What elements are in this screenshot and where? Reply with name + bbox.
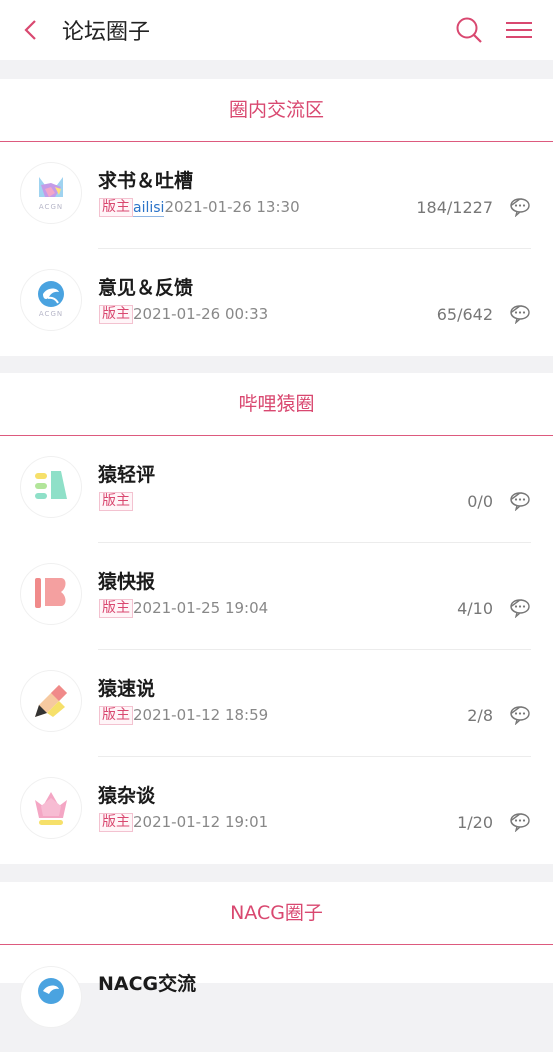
forum-name: 求书＆吐槽 [98, 170, 194, 192]
back-button[interactable] [18, 16, 46, 44]
moderator-badge: 版主 [99, 305, 133, 324]
last-post-time: 2021-01-26 00:33 [133, 305, 269, 323]
svg-text:ACGN: ACGN [39, 203, 63, 211]
moderator-badge: 版主 [99, 706, 133, 725]
last-post-time: 2021-01-26 13:30 [164, 198, 300, 216]
acgn-cat-logo-icon: ACGN [39, 177, 63, 211]
forum-name: 意见＆反馈 [98, 277, 194, 299]
search-button[interactable] [453, 14, 485, 46]
section-title: 哔哩猿圈 [0, 373, 553, 436]
forum-row[interactable]: 猿杂谈 版主 2021-01-12 19:01 1/20 [0, 757, 553, 864]
page-title: 论坛圈子 [62, 20, 151, 45]
forum-row[interactable]: ACGN 求书＆吐槽 版主 ailisi2021-01-26 13:30 184/… [0, 142, 553, 249]
forum-name: 猿快报 [98, 571, 156, 593]
forum-meta: 版主 2021-01-25 19:04 [99, 599, 268, 618]
forum-row[interactable]: NACG交流 [0, 945, 553, 1052]
forum-avatar [21, 967, 81, 1027]
hamburger-menu-icon [506, 22, 532, 38]
forum-avatar [21, 564, 81, 624]
forum-avatar [21, 671, 81, 731]
forum-meta: 版主 2021-01-12 19:01 [99, 813, 268, 832]
section-title: 圈内交流区 [0, 79, 553, 142]
forum-name: 猿轻评 [98, 464, 156, 486]
pencil-logo-icon [35, 685, 67, 717]
moderator-badge: 版主 [99, 492, 133, 511]
last-post-time: 2021-01-12 18:59 [133, 706, 269, 724]
post-count: 4/10 [457, 599, 493, 618]
forum-meta: 版主 [99, 492, 133, 511]
chevron-left-icon [24, 20, 36, 40]
forum-avatar [21, 457, 81, 517]
blue-circle-logo-icon [38, 978, 64, 1004]
post-count: 2/8 [467, 706, 493, 725]
forum-avatar [21, 778, 81, 838]
forum-row[interactable]: 猿轻评 版主 0/0 [0, 436, 553, 543]
forum-name: 猿速说 [98, 678, 156, 700]
comment-icon [510, 305, 530, 324]
comment-icon [510, 706, 530, 725]
moderator-badge: 版主 [99, 813, 133, 832]
post-count: 1/20 [457, 813, 493, 832]
last-post-time: 2021-01-25 19:04 [133, 599, 269, 617]
comment-icon [510, 813, 530, 832]
forum-avatar: ACGN [21, 163, 81, 223]
comment-icon [510, 492, 530, 511]
section-title: NACG圈子 [0, 882, 553, 945]
post-count: 184/1227 [416, 198, 493, 217]
section-circle-exchange: 圈内交流区 ACGN 求书＆吐槽 版主 ailisi2021-01-26 13:3… [0, 79, 553, 356]
crown-logo-icon [35, 792, 67, 825]
comment-icon [510, 599, 530, 618]
forum-row[interactable]: 猿速说 版主 2021-01-12 18:59 2/8 [0, 650, 553, 757]
post-count: 0/0 [467, 492, 493, 511]
forum-meta: 版主 2021-01-12 18:59 [99, 706, 268, 725]
forum-meta: 版主 ailisi2021-01-26 13:30 [99, 198, 300, 217]
forum-row[interactable]: 猿快报 版主 2021-01-25 19:04 4/10 [0, 543, 553, 650]
bars-logo-icon [35, 471, 67, 499]
acgn-bird-logo-icon: ACGN [38, 281, 64, 318]
last-post-time: 2021-01-12 19:01 [133, 813, 269, 831]
flag-logo-icon [35, 578, 66, 608]
moderator-badge: 版主 [99, 198, 133, 217]
moderator-badge: 版主 [99, 599, 133, 618]
forum-name: 猿杂谈 [98, 785, 156, 807]
menu-button[interactable] [504, 16, 534, 44]
forum-meta: 版主 2021-01-26 00:33 [99, 305, 268, 324]
svg-text:ACGN: ACGN [39, 310, 63, 318]
comment-icon [510, 198, 530, 217]
forum-row[interactable]: ACGN 意见＆反馈 版主 2021-01-26 00:33 65/642 [0, 249, 553, 356]
section-nacg: NACG圈子 NACG交流 [0, 882, 553, 1027]
search-icon [456, 17, 482, 43]
post-count: 65/642 [436, 305, 493, 324]
forum-avatar: ACGN [21, 270, 81, 330]
moderator-name[interactable]: ailisi [133, 200, 165, 217]
section-bili-circle: 哔哩猿圈 猿轻评 版主 0/0 猿快报 版主 2021-01-25 19:04 … [0, 373, 553, 864]
app-header: 论坛圈子 [0, 0, 553, 60]
